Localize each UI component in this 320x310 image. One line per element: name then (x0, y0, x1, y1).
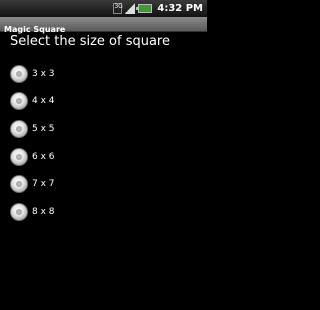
title-bar: Magic Square (0, 17, 207, 34)
radio-option-6x6[interactable]: 6 x 6 (10, 146, 55, 168)
signal-strength-icon (125, 3, 136, 14)
radio-label: 8 x 8 (32, 207, 55, 217)
radio-button-icon[interactable] (10, 65, 28, 83)
network-3g-icon: 3G (113, 3, 123, 14)
radio-label: 3 x 3 (32, 69, 55, 79)
radio-label: 4 x 4 (32, 96, 55, 106)
radio-option-7x7[interactable]: 7 x 7 (10, 173, 55, 195)
battery-charging-icon (136, 4, 153, 13)
radio-button-icon[interactable] (10, 120, 28, 138)
app-screen: 3G 4:32 PM Magic Square Select the size … (0, 0, 207, 310)
radio-label: 5 x 5 (32, 124, 55, 134)
radio-option-8x8[interactable]: 8 x 8 (10, 201, 55, 223)
radio-button-icon[interactable] (10, 92, 28, 110)
radio-option-4x4[interactable]: 4 x 4 (10, 90, 55, 112)
radio-option-5x5[interactable]: 5 x 5 (10, 118, 55, 140)
status-bar: 3G 4:32 PM (0, 0, 207, 17)
radio-label: 7 x 7 (32, 179, 55, 189)
app-title: Magic Square (4, 25, 66, 34)
radio-button-icon[interactable] (10, 203, 28, 221)
status-time: 4:32 PM (157, 3, 203, 14)
radio-button-icon[interactable] (10, 175, 28, 193)
radio-button-icon[interactable] (10, 148, 28, 166)
page-heading: Select the size of square (10, 34, 170, 49)
radio-option-3x3[interactable]: 3 x 3 (10, 63, 55, 85)
radio-label: 6 x 6 (32, 152, 55, 162)
